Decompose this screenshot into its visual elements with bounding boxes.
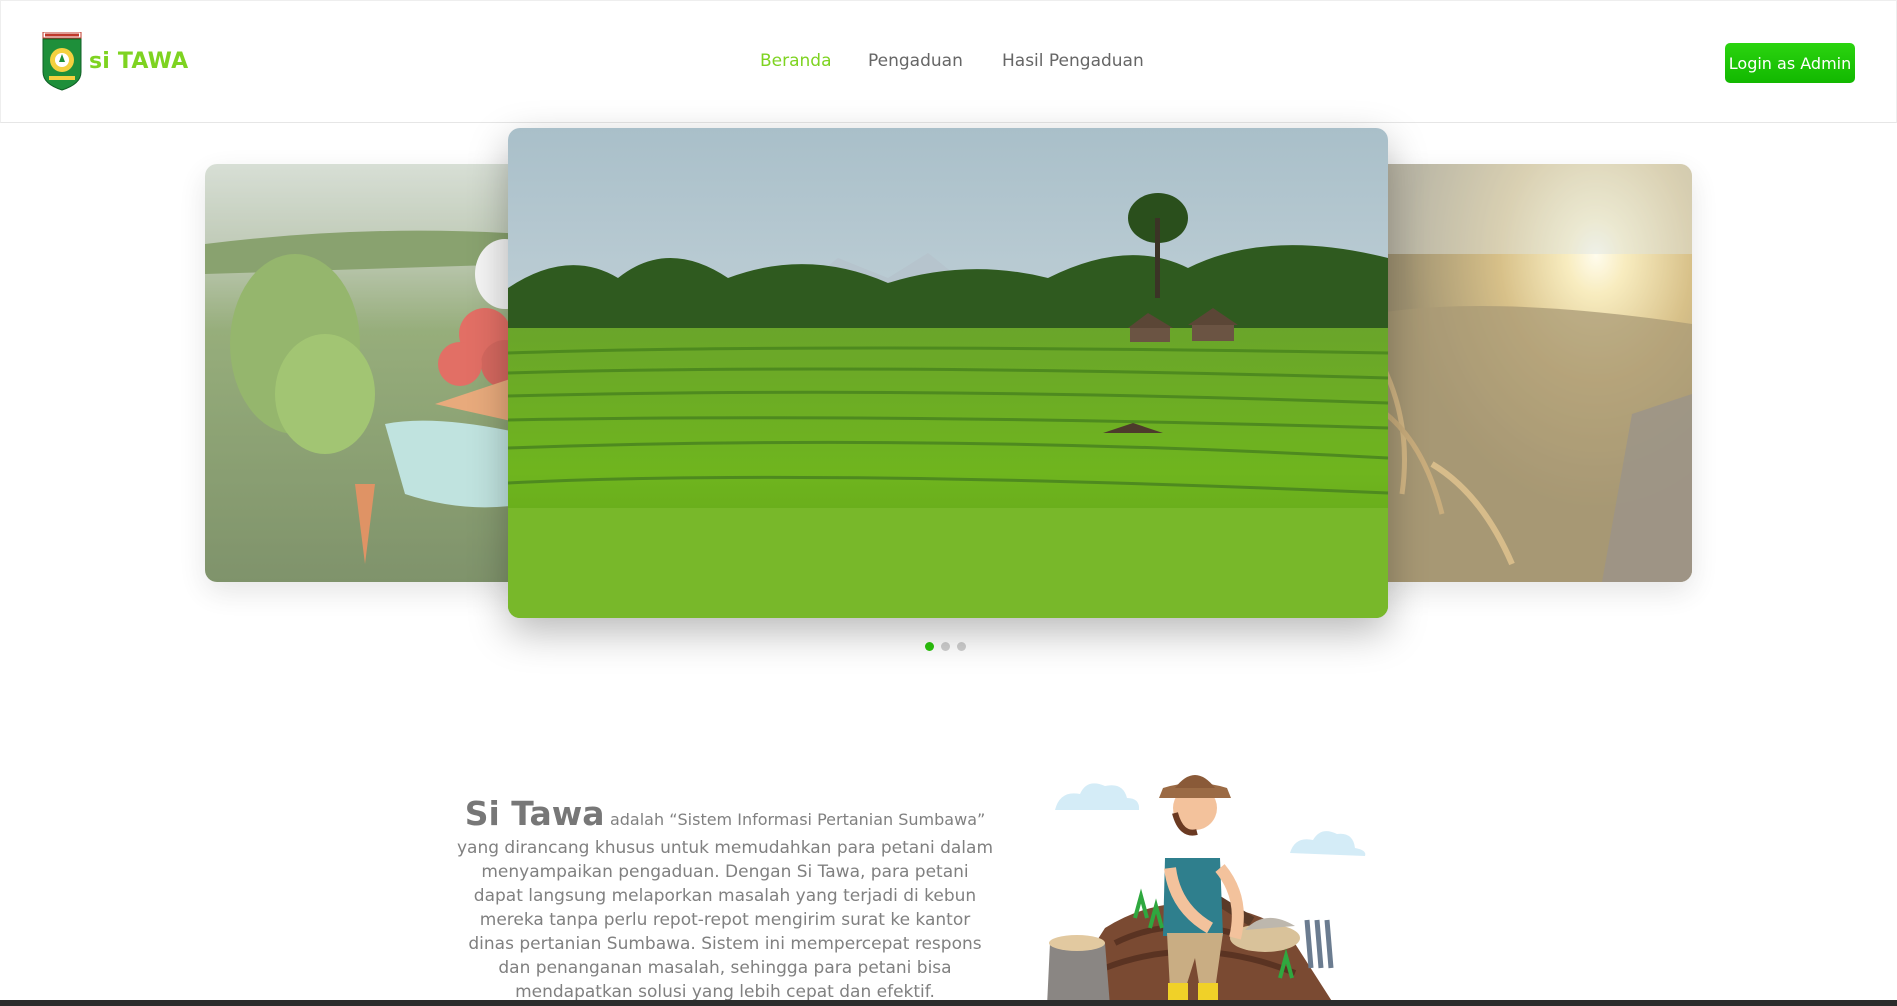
nav-hasil-pengaduan[interactable]: Hasil Pengaduan bbox=[1002, 51, 1144, 71]
about-title: Si Tawa bbox=[464, 794, 605, 833]
carousel-dot-3[interactable] bbox=[957, 642, 966, 651]
nav-beranda[interactable]: Beranda bbox=[760, 51, 832, 71]
rice-terraces-image bbox=[508, 128, 1388, 618]
login-admin-button[interactable]: Login as Admin bbox=[1725, 43, 1855, 83]
vegetables-image bbox=[205, 164, 525, 582]
carousel-slide-grain-sunset[interactable] bbox=[1372, 164, 1692, 582]
about-heading: Si Tawa adalah “Sistem Informasi Pertani… bbox=[455, 797, 995, 832]
carousel-slide-rice-terraces[interactable] bbox=[508, 128, 1388, 618]
grain-sunset-image bbox=[1372, 164, 1692, 582]
site-header: si TAWA Beranda Pengaduan Hasil Pengadua… bbox=[0, 0, 1897, 123]
carousel-dot-1[interactable] bbox=[925, 642, 934, 651]
about-section: Si Tawa adalah “Sistem Informasi Pertani… bbox=[455, 797, 995, 1004]
carousel-dot-2[interactable] bbox=[941, 642, 950, 651]
about-body: yang dirancang khusus untuk memudahkan p… bbox=[456, 838, 994, 1002]
bottom-edge-bar bbox=[0, 1000, 1897, 1006]
carousel-slide-vegetables[interactable] bbox=[205, 164, 525, 582]
main-nav: Beranda Pengaduan Hasil Pengaduan bbox=[1, 51, 1896, 75]
about-subtitle: adalah “Sistem Informasi Pertanian Sumba… bbox=[609, 810, 986, 829]
farmer-illustration bbox=[1047, 775, 1366, 1006]
nav-pengaduan[interactable]: Pengaduan bbox=[868, 51, 963, 71]
